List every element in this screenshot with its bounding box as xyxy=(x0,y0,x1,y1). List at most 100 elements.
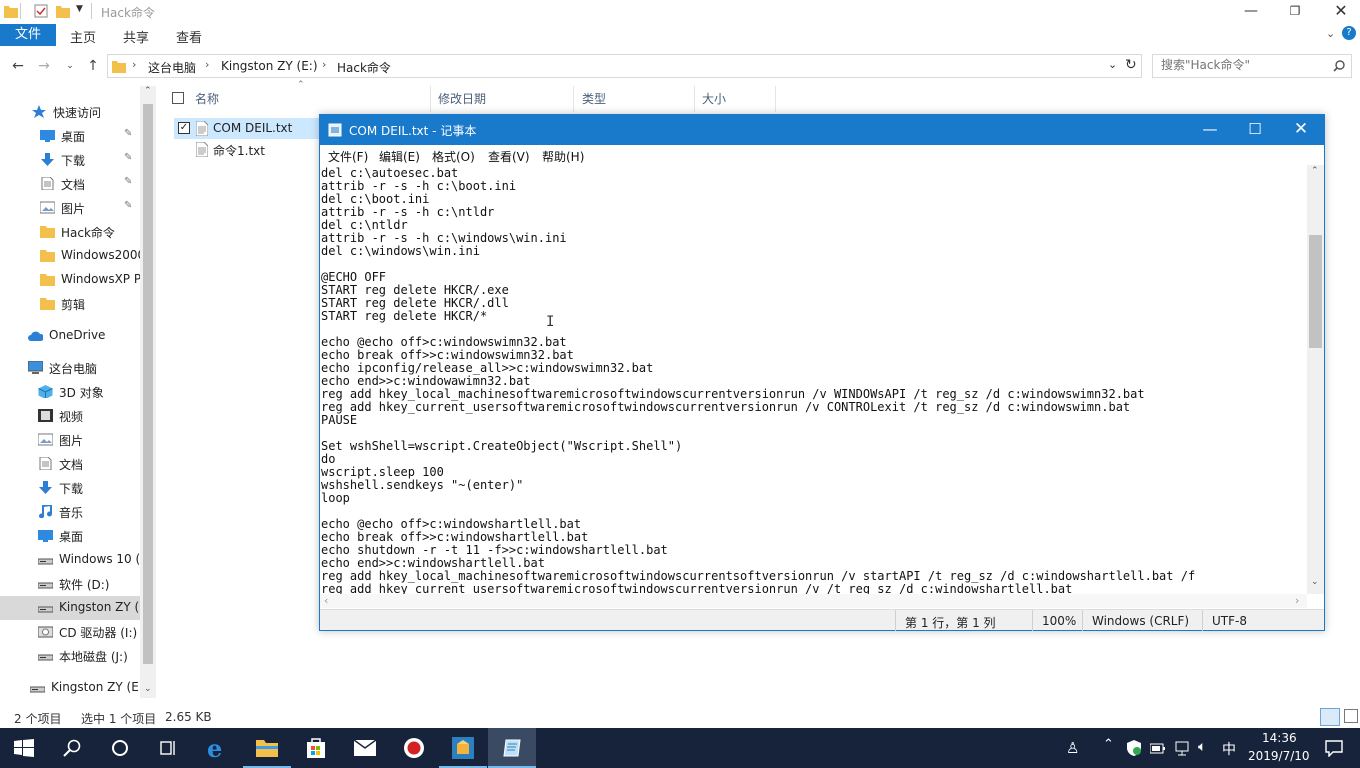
column-header-date[interactable]: 修改日期 xyxy=(438,90,486,107)
sidebar-item[interactable]: 本地磁盘 (J:) xyxy=(0,644,140,668)
people-icon[interactable]: ♙ xyxy=(1066,739,1079,757)
sidebar-item[interactable]: 音乐 xyxy=(0,500,140,524)
taskbar-notepad[interactable] xyxy=(488,728,536,768)
sidebar-item[interactable]: 桌面 ✎ xyxy=(0,124,140,148)
scrollbar-thumb[interactable] xyxy=(1309,235,1322,348)
clock-time[interactable]: 14:36 xyxy=(1262,731,1297,745)
scroll-right-icon[interactable]: › xyxy=(1295,594,1299,607)
sidebar-item[interactable]: 视频 xyxy=(0,404,140,428)
menu-file[interactable]: 文件(F) xyxy=(328,148,368,165)
scroll-left-icon[interactable]: ‹ xyxy=(324,594,328,607)
scroll-down-icon[interactable]: ⌄ xyxy=(1311,577,1319,587)
document-text[interactable]: del c:\autoesec.bat attrib -r -s -h c:\b… xyxy=(320,167,1307,594)
security-shield-icon[interactable] xyxy=(1126,740,1142,756)
sidebar-item[interactable]: CD 驱动器 (I:) xyxy=(0,620,140,644)
chevron-right-icon[interactable]: › xyxy=(132,58,136,71)
sidebar-item[interactable]: 3D 对象 xyxy=(0,380,140,404)
sidebar-item[interactable]: 剪辑 xyxy=(0,292,140,316)
input-method-indicator[interactable]: 中 xyxy=(1222,739,1236,759)
text-editor[interactable]: del c:\autoesec.bat attrib -r -s -h c:\b… xyxy=(320,167,1307,594)
column-header-type[interactable]: 类型 xyxy=(582,90,606,107)
sidebar-item[interactable]: WindowsXP Pr xyxy=(0,268,146,292)
taskbar-archive-app[interactable] xyxy=(439,728,487,768)
network-icon[interactable] xyxy=(1174,740,1190,756)
file-row[interactable]: ✓ COM DEIL.txt xyxy=(174,118,320,139)
chevron-right-icon[interactable]: › xyxy=(205,58,209,71)
address-dropdown-icon[interactable]: ⌄ xyxy=(1108,58,1117,71)
cortana-button[interactable] xyxy=(96,728,144,768)
search-box[interactable] xyxy=(1152,54,1352,78)
tab-view[interactable]: 查看 xyxy=(176,27,202,46)
menu-view[interactable]: 查看(V) xyxy=(488,148,530,165)
chevron-right-icon[interactable]: › xyxy=(322,58,326,71)
show-hidden-icons-icon[interactable]: ⌃ xyxy=(1103,737,1114,752)
sidebar-item[interactable]: 快速访问 xyxy=(0,100,140,124)
sidebar-item[interactable]: 下载 xyxy=(0,476,140,500)
taskbar-edge[interactable]: e xyxy=(194,728,242,768)
new-folder-icon[interactable] xyxy=(56,4,70,18)
sidebar-item[interactable]: 文档 ✎ xyxy=(0,172,140,196)
customize-quick-access-icon[interactable]: ▼ xyxy=(76,4,83,14)
search-icon[interactable] xyxy=(1333,60,1345,72)
column-header-size[interactable]: 大小 xyxy=(702,90,726,107)
sidebar-item[interactable]: 文档 xyxy=(0,452,140,476)
properties-icon[interactable] xyxy=(34,4,48,18)
file-row[interactable]: 命令1.txt xyxy=(174,139,320,160)
notification-icon[interactable] xyxy=(1325,740,1343,757)
taskbar-file-explorer[interactable] xyxy=(243,728,291,768)
taskbar-store[interactable] xyxy=(292,728,340,768)
menu-format[interactable]: 格式(O) xyxy=(432,148,475,165)
scrollbar-thumb[interactable] xyxy=(143,104,153,664)
sidebar-item[interactable]: Kingston ZY (E:) xyxy=(0,676,140,700)
up-button[interactable]: ↑ xyxy=(83,56,103,76)
sidebar-item[interactable]: 这台电脑 xyxy=(0,356,140,380)
breadcrumb-drive[interactable]: Kingston ZY (E:) xyxy=(221,59,318,73)
tab-share[interactable]: 共享 xyxy=(123,27,149,46)
select-all-checkbox[interactable] xyxy=(172,92,184,104)
menu-help[interactable]: 帮助(H) xyxy=(542,148,584,165)
taskbar-recorder[interactable] xyxy=(390,728,438,768)
scroll-up-icon[interactable]: ⌃ xyxy=(144,86,152,96)
close-button[interactable]: ✕ xyxy=(1318,0,1360,24)
back-button[interactable]: ← xyxy=(8,56,28,76)
sidebar-item[interactable]: 图片 xyxy=(0,428,140,452)
tab-file[interactable]: 文件 xyxy=(0,24,56,46)
details-view-icon[interactable] xyxy=(1320,708,1340,726)
recent-locations-icon[interactable]: ⌄ xyxy=(60,56,80,76)
scroll-down-icon[interactable]: ⌄ xyxy=(144,684,152,694)
scroll-up-icon[interactable]: ⌃ xyxy=(1311,166,1319,176)
taskbar-mail[interactable] xyxy=(341,728,389,768)
restore-button[interactable]: ❐ xyxy=(1272,0,1318,24)
breadcrumb-folder[interactable]: Hack命令 xyxy=(337,59,391,76)
sidebar-item[interactable]: 图片 ✎ xyxy=(0,196,140,220)
sidebar-item[interactable]: Kingston ZY (E: xyxy=(0,596,147,620)
address-bar[interactable]: › 这台电脑 › Kingston ZY (E:) › Hack命令 ⌄ ↻ xyxy=(107,54,1142,78)
sidebar-scrollbar[interactable]: ⌃ ⌄ xyxy=(140,86,156,698)
minimize-button[interactable]: — xyxy=(1187,115,1233,145)
maximize-button[interactable]: ☐ xyxy=(1232,115,1278,145)
sidebar-item[interactable]: 软件 (D:) xyxy=(0,572,140,596)
file-checkbox-checked[interactable]: ✓ xyxy=(178,122,190,134)
search-input[interactable] xyxy=(1161,58,1331,72)
breadcrumb-this-pc[interactable]: 这台电脑 xyxy=(148,59,196,76)
help-icon[interactable]: ? xyxy=(1342,26,1356,40)
sidebar-item[interactable]: 桌面 xyxy=(0,524,140,548)
forward-button[interactable]: → xyxy=(34,56,54,76)
clock-date[interactable]: 2019/7/10 xyxy=(1248,749,1310,763)
search-button[interactable] xyxy=(48,728,96,768)
vertical-scrollbar[interactable]: ⌃ ⌄ xyxy=(1307,165,1324,594)
sidebar-item[interactable]: Windows 10 (C xyxy=(0,548,147,572)
column-header-name[interactable]: 名称 xyxy=(195,90,219,107)
minimize-button[interactable]: — xyxy=(1228,0,1274,24)
battery-icon[interactable] xyxy=(1150,741,1166,755)
sidebar-item[interactable]: OneDrive xyxy=(0,324,140,348)
expand-ribbon-icon[interactable]: ⌄ xyxy=(1326,27,1335,40)
volume-icon[interactable]: 🔈︎ xyxy=(1198,739,1206,755)
task-view-button[interactable] xyxy=(144,728,192,768)
tab-home[interactable]: 主页 xyxy=(70,27,96,46)
sidebar-item[interactable]: Windows2000 xyxy=(0,244,145,268)
start-button[interactable] xyxy=(0,728,48,768)
sidebar-item[interactable]: Hack命令 xyxy=(0,220,140,244)
horizontal-scrollbar[interactable]: ‹ › xyxy=(320,594,1307,608)
sidebar-item[interactable]: 下载 ✎ xyxy=(0,148,140,172)
